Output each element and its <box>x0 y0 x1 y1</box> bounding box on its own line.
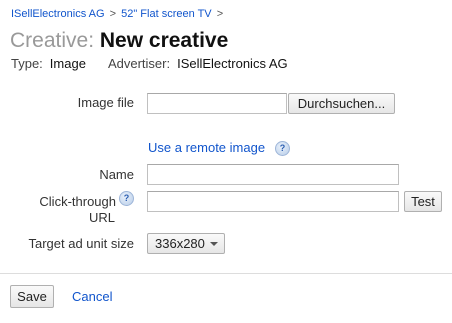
chevron-down-icon <box>210 242 218 246</box>
name-label: Name <box>99 167 134 182</box>
page-title-prefix: Creative: <box>10 29 95 52</box>
image-file-label: Image file <box>77 95 134 110</box>
type-value: Image <box>49 56 86 71</box>
browse-button[interactable]: Durchsuchen... <box>288 93 395 114</box>
breadcrumb-order-link[interactable]: 52" Flat screen TV <box>121 8 212 20</box>
type-label: Type: <box>11 56 43 71</box>
breadcrumb: ISellElectronics AG > 52" Flat screen TV… <box>11 8 225 20</box>
advertiser-value: ISellElectronics AG <box>177 56 288 71</box>
target-ad-unit-size-value: 336x280 <box>155 236 205 251</box>
click-through-label-line2: URL <box>88 210 115 225</box>
breadcrumb-separator: > <box>216 8 224 20</box>
save-button[interactable]: Save <box>10 285 54 308</box>
test-button[interactable]: Test <box>404 191 442 212</box>
creative-meta: Type: Image Advertiser: ISellElectronics AG <box>11 56 288 71</box>
page-title: Creative: New creative <box>10 28 228 54</box>
help-icon[interactable]: ? <box>119 191 134 206</box>
advertiser-label: Advertiser: <box>107 56 171 71</box>
page-title-name: New creative <box>99 29 229 52</box>
click-through-url-input[interactable] <box>147 191 399 212</box>
breadcrumb-advertiser-link[interactable]: ISellElectronics AG <box>11 8 105 20</box>
target-ad-unit-size-label: Target ad unit size <box>28 236 134 251</box>
footer-divider <box>0 273 452 274</box>
target-ad-unit-size-select[interactable]: 336x280 <box>147 233 225 254</box>
breadcrumb-separator: > <box>109 8 117 20</box>
use-remote-image-link[interactable]: Use a remote image <box>148 140 265 155</box>
new-creative-page: ISellElectronics AG > 52" Flat screen TV… <box>0 0 452 323</box>
click-through-label-line1: Click-through <box>39 194 116 209</box>
image-file-input[interactable] <box>147 93 287 114</box>
name-input[interactable] <box>147 164 399 185</box>
cancel-link[interactable]: Cancel <box>72 289 112 304</box>
help-icon[interactable]: ? <box>275 141 290 156</box>
